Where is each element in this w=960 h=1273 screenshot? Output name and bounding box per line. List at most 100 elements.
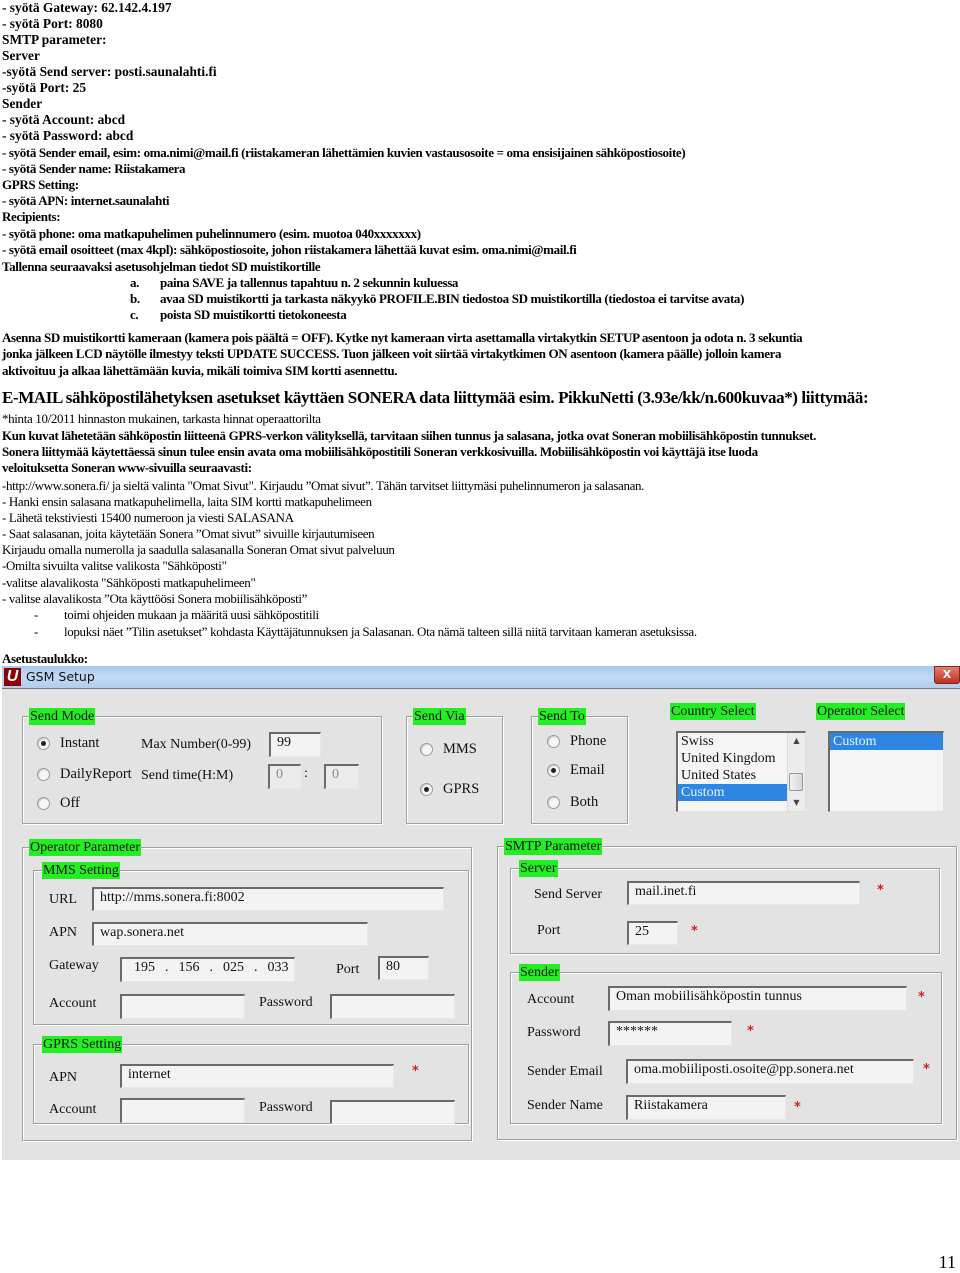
instruction-line: - Saat salasanan, joita käytetään Sonera…	[2, 526, 375, 541]
operator-select-label: Operator Select	[816, 703, 906, 720]
send-mode-legend: Send Mode	[29, 708, 96, 725]
price-note: *hinta 10/2011 hinnaston mukainen, tarka…	[2, 411, 321, 426]
scroll-up-icon[interactable]: ▲	[788, 734, 805, 748]
radio-unselected-icon	[37, 797, 50, 810]
instruction-line: Kirjaudu omalla numerolla ja saadulla sa…	[2, 542, 395, 557]
ip-dot: .	[165, 960, 169, 975]
instruction-line: - syötä phone: oma matkapuhelimen puheli…	[2, 226, 421, 241]
mms-account-input[interactable]	[120, 994, 245, 1019]
gprs-apn-input[interactable]: internet	[120, 1064, 394, 1088]
operator-option-selected[interactable]: Custom	[830, 733, 943, 750]
country-option[interactable]: United States	[678, 767, 805, 784]
smtp-port-input[interactable]: 25	[627, 921, 678, 945]
mms-port-input[interactable]: 80	[378, 956, 429, 980]
gsm-setup-window: U GSM Setup X Send Mode Instant DailyRep…	[2, 666, 960, 1160]
max-number-input[interactable]: 99	[269, 732, 321, 757]
app-logo-icon: U	[4, 668, 21, 686]
instruction-line: - Hanki ensin salasana matkapuhelimella,…	[2, 494, 372, 509]
country-option[interactable]: United Kingdom	[678, 750, 805, 767]
install-paragraph-line: Asenna SD muistikortti kameraan (kamera …	[2, 330, 803, 345]
radio-off[interactable]: Off	[37, 795, 80, 812]
mms-gateway-label: Gateway	[49, 958, 99, 973]
send-time-minute-input[interactable]: 0	[324, 764, 359, 789]
mms-url-input[interactable]: http://mms.sonera.fi:8002	[92, 887, 444, 911]
instruction-line: -syötä Send server: posti.saunalahti.fi	[2, 64, 217, 79]
instruction-line: - syötä Gateway: 62.142.4.197	[2, 0, 172, 15]
sender-email-input[interactable]: oma.mobiiliposti.osoite@pp.sonera.net	[626, 1059, 914, 1084]
gprs-account-label: Account	[49, 1102, 97, 1117]
close-button[interactable]: X	[934, 666, 960, 684]
radio-label: Both	[570, 794, 599, 810]
smtp-server-legend: Server	[519, 860, 558, 877]
smtp-parameter-legend: SMTP Parameter	[504, 838, 603, 855]
mms-password-label: Password	[259, 995, 313, 1010]
instruction-line: - syötä Account: abcd	[2, 112, 126, 127]
mms-gateway-ip-input[interactable]: 195. 156. 025. 033	[120, 957, 295, 982]
radio-email[interactable]: Email	[547, 762, 605, 779]
mms-account-label: Account	[49, 996, 97, 1011]
mms-password-input[interactable]	[330, 994, 455, 1019]
gprs-password-input[interactable]	[330, 1100, 455, 1124]
window-titlebar: U GSM Setup X	[2, 666, 960, 689]
operator-parameter-legend: Operator Parameter	[29, 839, 141, 856]
sender-account-label: Account	[527, 992, 575, 1007]
dash-item: - lopuksi näet ”Tilin asetukset” kohdasta…	[34, 624, 697, 640]
sender-name-input[interactable]: Riistakamera	[626, 1095, 786, 1120]
radio-instant[interactable]: Instant	[37, 735, 99, 752]
radio-unselected-icon	[547, 735, 560, 748]
mms-setting-legend: MMS Setting	[42, 862, 120, 879]
operator-listbox[interactable]: Custom	[828, 731, 944, 812]
sender-account-input[interactable]: Oman mobiilisähköpostin tunnus	[608, 986, 907, 1011]
radio-gprs[interactable]: GPRS	[420, 781, 479, 798]
radio-label: MMS	[443, 741, 477, 757]
required-marker: *	[923, 1062, 930, 1077]
dash-bullet: -	[34, 624, 38, 639]
country-option[interactable]: Swiss	[678, 733, 805, 750]
ip-dot: .	[209, 960, 214, 975]
scroll-thumb[interactable]	[789, 773, 803, 791]
sender-password-input[interactable]: ******	[608, 1021, 732, 1046]
send-time-hour-input[interactable]: 0	[268, 764, 301, 789]
country-option-selected[interactable]: Custom	[678, 784, 788, 801]
radio-unselected-icon	[547, 796, 560, 809]
gprs-password-label: Password	[259, 1100, 313, 1115]
instruction-line: GPRS Setting:	[2, 177, 79, 192]
instruction-line: -valitse alavalikosta "Sähköposti matkap…	[2, 575, 256, 590]
instruction-line: - Lähetä tekstiviesti 15400 numeroon ja …	[2, 510, 294, 525]
page-number: 11	[938, 1252, 956, 1272]
instruction-line: Recipients:	[2, 209, 61, 224]
radio-unselected-icon	[420, 743, 433, 756]
instruction-line: Server	[2, 48, 40, 63]
mms-apn-input[interactable]: wap.sonera.net	[92, 922, 368, 946]
radio-selected-icon	[547, 764, 560, 777]
window-title: GSM Setup	[26, 669, 95, 684]
smtp-port-label: Port	[537, 923, 561, 938]
step-item: a. paina SAVE ja tallennus tapahtuu n. 2 …	[130, 275, 458, 291]
gprs-apn-label: APN	[49, 1070, 78, 1085]
country-listbox[interactable]: Swiss United Kingdom United States Custo…	[676, 731, 806, 812]
radio-dailyreport[interactable]: DailyReport	[37, 766, 132, 783]
radio-selected-icon	[37, 737, 50, 750]
dash-text: toimi ohjeiden mukaan ja määritä uusi sä…	[64, 607, 319, 622]
instruction-line: - syötä Sender name: Riistakamera	[2, 161, 186, 176]
send-server-input[interactable]: mail.inet.fi	[627, 881, 860, 905]
step-letter: b.	[130, 291, 140, 306]
instruction-line: -syötä Port: 25	[2, 80, 87, 95]
send-time-label: Send time(H:M)	[141, 768, 234, 783]
country-scrollbar[interactable]: ▲ ▼	[787, 733, 805, 811]
gprs-account-input[interactable]	[120, 1098, 245, 1123]
scroll-down-icon[interactable]: ▼	[788, 796, 805, 810]
sender-password-label: Password	[527, 1025, 581, 1040]
instruction-line: - valitse alavalikosta ”Ota käyttöösi So…	[2, 591, 308, 606]
step-letter: c.	[130, 307, 139, 322]
radio-mms[interactable]: MMS	[420, 741, 477, 758]
mms-port-label: Port	[336, 962, 360, 977]
step-text: paina SAVE ja tallennus tapahtuu n. 2 se…	[160, 275, 459, 290]
radio-both[interactable]: Both	[547, 794, 598, 811]
required-marker: *	[691, 924, 698, 939]
section-heading: E-MAIL sähköpostilähetyksen asetukset kä…	[2, 388, 869, 407]
radio-phone[interactable]: Phone	[547, 733, 606, 750]
radio-label: Phone	[570, 733, 607, 749]
step-text: avaa SD muistikortti ja tarkasta näkyykö…	[160, 291, 745, 306]
mms-url-label: URL	[49, 892, 77, 907]
